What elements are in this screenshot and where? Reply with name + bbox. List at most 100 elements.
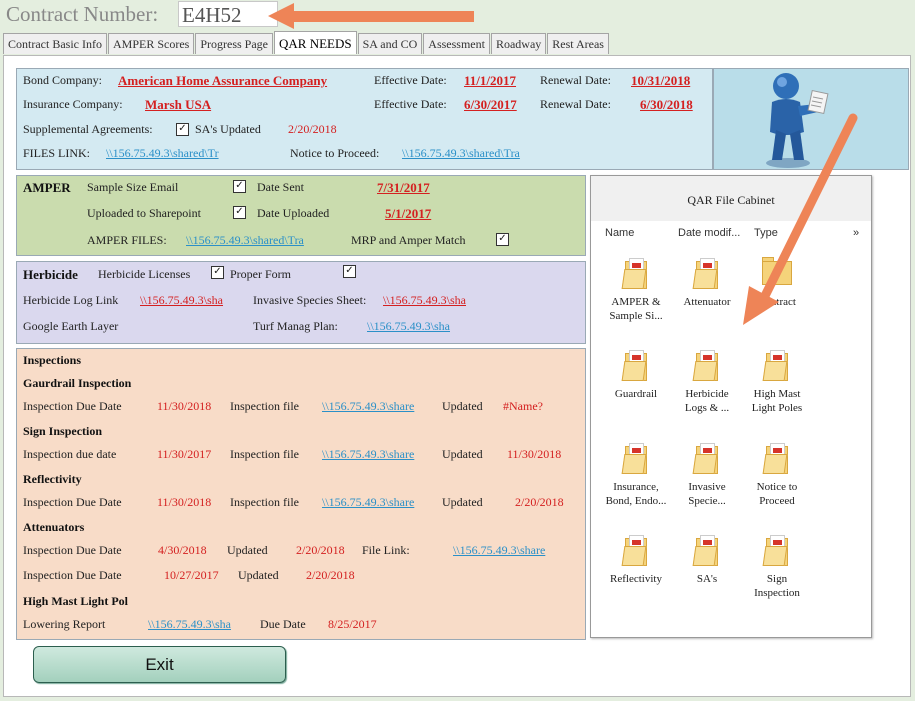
file-item-label-line1: Herbicide	[685, 388, 729, 400]
orange-arrow-icon	[743, 113, 858, 325]
exit-button[interactable]: Exit	[33, 646, 286, 683]
inspections-title: Inspections	[23, 353, 82, 367]
file-item-label-line1: Sign	[766, 573, 788, 585]
guardrail-updated-value[interactable]: #Name?	[503, 399, 543, 414]
reflectivity-due-date[interactable]: 11/30/2018	[157, 495, 211, 510]
insurance-company-value[interactable]: Marsh USA	[145, 97, 211, 113]
file-item-guardrail[interactable]: Guardrail	[601, 349, 671, 401]
proper-form-checkbox[interactable]: ✓	[343, 265, 356, 278]
pdf-folder-icon	[692, 257, 720, 289]
file-item-sa-s[interactable]: SA's	[672, 534, 742, 586]
file-item-label-line1: Insurance,	[613, 481, 659, 493]
bond-company-value[interactable]: American Home Assurance Company	[118, 73, 327, 89]
lowering-report-label: Lowering Report	[23, 617, 106, 631]
insurance-renewal-date[interactable]: 6/30/2018	[640, 97, 693, 113]
file-item-label-line2: Specie...	[688, 495, 726, 507]
renewal-date-label-2: Renewal Date:	[540, 97, 611, 111]
tab-contract-basic-info[interactable]: Contract Basic Info	[3, 33, 107, 54]
invasive-species-label: Invasive Species Sheet:	[253, 293, 367, 307]
sign-updated-value[interactable]: 11/30/2018	[507, 447, 561, 462]
pdf-folder-icon	[621, 442, 649, 474]
contract-number-field[interactable]: E4H52	[178, 1, 278, 27]
notice-to-proceed-link[interactable]: \\156.75.49.3\shared\Tra	[402, 146, 520, 161]
file-item-label-line1: Invasive	[688, 481, 726, 493]
column-date-modified[interactable]: Date modif...	[678, 227, 740, 239]
file-item-attenuator[interactable]: Attenuator	[672, 257, 742, 309]
mrp-amper-match-checkbox[interactable]: ✓	[496, 233, 509, 246]
files-link[interactable]: \\156.75.49.3\shared\Tr	[106, 146, 219, 161]
notice-to-proceed-label: Notice to Proceed:	[290, 146, 380, 160]
guardrail-updated-label: Updated	[442, 399, 483, 413]
guardrail-due-date[interactable]: 11/30/2018	[157, 399, 211, 414]
file-item-high-mast[interactable]: High Mast Light Poles	[742, 349, 812, 415]
herbicide-licenses-checkbox[interactable]: ✓	[211, 266, 224, 279]
sign-due-label: Inspection due date	[23, 447, 117, 461]
tab-progress-page[interactable]: Progress Page	[195, 33, 273, 54]
amper-files-link[interactable]: \\156.75.49.3\shared\Tra	[186, 233, 304, 248]
tab-amper-scores[interactable]: AMPER Scores	[107, 33, 195, 54]
tab-rest-areas[interactable]: Rest Areas	[547, 33, 609, 54]
mrp-amper-match-label: MRP and Amper Match	[351, 233, 466, 247]
file-item-label-line1: Notice to	[756, 481, 798, 493]
high-mast-due-label: Due Date	[260, 617, 306, 631]
attenuators-due-date-2[interactable]: 10/27/2017	[164, 568, 219, 583]
attenuators-updated-value-2[interactable]: 2/20/2018	[306, 568, 355, 583]
file-item-label-line2: Sample Si...	[609, 310, 663, 322]
date-uploaded-value[interactable]: 5/1/2017	[385, 206, 431, 222]
sign-inspection-title: Sign Inspection	[23, 424, 103, 438]
file-item-label-line1: SA's	[696, 573, 718, 585]
reflectivity-file-link[interactable]: \\156.75.49.3\share	[322, 495, 414, 510]
attenuators-updated-value[interactable]: 2/20/2018	[296, 543, 345, 558]
tab-qar-needs[interactable]: QAR NEEDS	[274, 31, 357, 54]
renewal-date-label: Renewal Date:	[540, 73, 611, 87]
supplemental-agreements-label: Supplemental Agreements:	[23, 122, 153, 136]
file-item-herbicide[interactable]: Herbicide Logs & ...	[672, 349, 742, 415]
sa-updated-date[interactable]: 2/20/2018	[288, 122, 337, 137]
sign-file-link[interactable]: \\156.75.49.3\share	[322, 447, 414, 462]
file-item-invasive[interactable]: Invasive Specie...	[672, 442, 742, 508]
sign-due-date[interactable]: 11/30/2017	[157, 447, 211, 462]
file-item-sign[interactable]: Sign Inspection	[742, 534, 812, 600]
turf-plan-link[interactable]: \\156.75.49.3\sha	[367, 319, 450, 334]
sa-updated-label: SA's Updated	[195, 122, 261, 136]
column-name[interactable]: Name	[605, 227, 634, 239]
pdf-folder-icon	[692, 349, 720, 381]
high-mast-title: High Mast Light Pol	[23, 594, 129, 608]
file-item-insurance[interactable]: Insurance, Bond, Endo...	[601, 442, 671, 508]
pdf-folder-icon	[762, 534, 790, 566]
attenuators-due-date[interactable]: 4/30/2018	[158, 543, 207, 558]
date-sent-value[interactable]: 7/31/2017	[377, 180, 430, 196]
sign-file-label: Inspection file	[230, 447, 299, 461]
file-item-label-line2: Proceed	[759, 495, 795, 507]
file-item-amper[interactable]: AMPER & Sample Si...	[601, 257, 671, 323]
high-mast-due-date[interactable]: 8/25/2017	[328, 617, 377, 632]
uploaded-sharepoint-checkbox[interactable]: ✓	[233, 206, 246, 219]
amper-title: AMPER	[23, 180, 71, 195]
lowering-report-link[interactable]: \\156.75.49.3\sha	[148, 617, 231, 632]
insurance-effective-date[interactable]: 6/30/2017	[464, 97, 517, 113]
attenuators-due-label-2: Inspection Due Date	[23, 568, 122, 582]
file-item-notice-to[interactable]: Notice to Proceed	[742, 442, 812, 508]
date-sent-label: Date Sent	[257, 180, 304, 194]
guardrail-file-link[interactable]: \\156.75.49.3\share	[322, 399, 414, 414]
sample-size-email-label: Sample Size Email	[87, 180, 179, 194]
file-item-reflectivity[interactable]: Reflectivity	[601, 534, 671, 586]
attenuators-file-link[interactable]: \\156.75.49.3\share	[453, 543, 545, 558]
sample-size-email-checkbox[interactable]: ✓	[233, 180, 246, 193]
guardrail-file-label: Inspection file	[230, 399, 299, 413]
bond-effective-date[interactable]: 11/1/2017	[464, 73, 516, 89]
reflectivity-updated-value[interactable]: 2/20/2018	[515, 495, 564, 510]
tab-roadway[interactable]: Roadway	[490, 33, 547, 54]
file-item-label-line1: AMPER &	[611, 296, 661, 308]
herbicide-log-link[interactable]: \\156.75.49.3\sha	[140, 293, 223, 308]
invasive-species-link[interactable]: \\156.75.49.3\sha	[383, 293, 466, 308]
pdf-folder-icon	[621, 534, 649, 566]
bond-renewal-date[interactable]: 10/31/2018	[631, 73, 690, 89]
orange-arrow-icon	[268, 3, 474, 29]
tab-assessment[interactable]: Assessment	[423, 33, 490, 54]
reflectivity-title: Reflectivity	[23, 472, 82, 486]
tab-sa-and-co[interactable]: SA and CO	[357, 33, 423, 54]
proper-form-label: Proper Form	[230, 267, 291, 281]
reflectivity-updated-label: Updated	[442, 495, 483, 509]
sa-updated-checkbox[interactable]: ✓	[176, 123, 189, 136]
